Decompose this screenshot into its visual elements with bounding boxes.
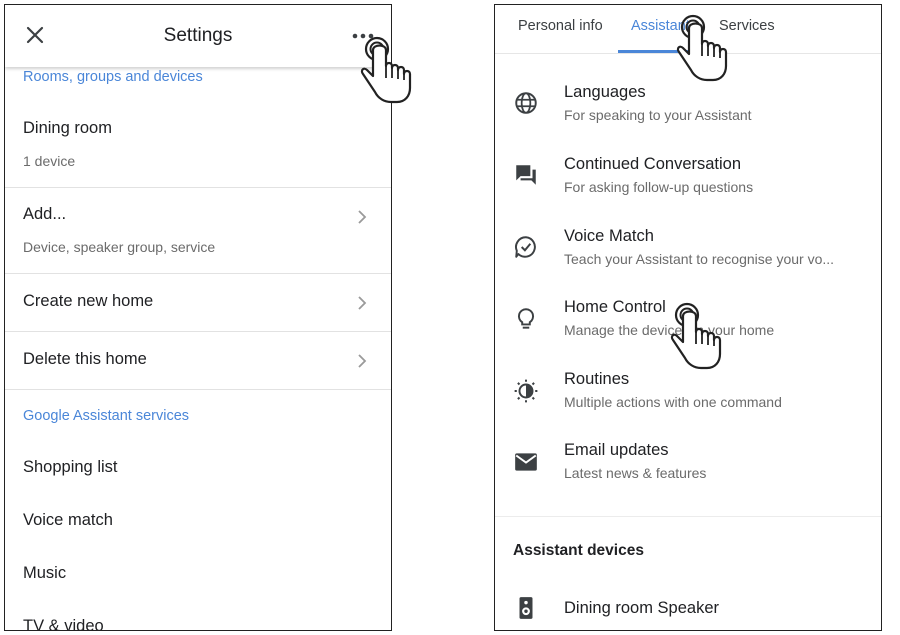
settings-header: Settings	[5, 5, 391, 67]
dining-room-device-count: 1 device	[23, 153, 76, 169]
tv-video-item[interactable]: TV & video	[23, 617, 104, 630]
routines-title: Routines	[564, 370, 630, 388]
speaker-icon	[519, 597, 533, 619]
home-control-title: Home Control	[564, 298, 666, 316]
assistant-devices-section-label: Assistant devices	[513, 542, 644, 559]
voice-match-title: Voice Match	[564, 227, 654, 245]
continued-conversation-title: Continued Conversation	[564, 155, 742, 173]
divider	[5, 389, 391, 390]
music-item[interactable]: Music	[23, 564, 66, 583]
shopping-list-item[interactable]: Shopping list	[23, 458, 117, 477]
languages-subtitle: For speaking to your Assistant	[564, 107, 752, 123]
email-updates-title: Email updates	[564, 441, 669, 459]
left-settings-screen: Settings Rooms, groups and devices Dinin…	[4, 4, 392, 631]
rooms-section-label: Rooms, groups and devices	[23, 69, 203, 85]
email-icon	[515, 453, 537, 471]
assistant-services-section-label: Google Assistant services	[23, 408, 190, 424]
dining-room-speaker-title: Dining room Speaker	[564, 599, 719, 617]
tap-hand-icon	[670, 302, 722, 370]
create-new-home-label: Create new home	[23, 292, 154, 310]
divider	[5, 187, 391, 188]
lightbulb-icon	[518, 308, 534, 329]
add-subtitle: Device, speaker group, service	[23, 239, 216, 255]
chat-icon	[516, 165, 536, 185]
divider	[5, 331, 391, 332]
tap-hand-icon	[676, 14, 728, 82]
routines-subtitle: Multiple actions with one command	[564, 394, 782, 410]
tap-hand-icon	[360, 36, 412, 104]
tab-personal-info[interactable]: Personal info	[518, 18, 603, 34]
page-title: Settings	[163, 25, 233, 46]
voice-match-item[interactable]: Voice match	[23, 511, 113, 530]
globe-icon	[515, 92, 537, 114]
dining-room-title: Dining room	[23, 119, 112, 137]
languages-title: Languages	[564, 83, 646, 101]
routines-icon	[514, 379, 538, 403]
voice-match-subtitle: Teach your Assistant to recognise your v…	[564, 251, 835, 267]
voice-match-icon	[515, 236, 536, 258]
delete-home-label: Delete this home	[23, 350, 147, 368]
add-title: Add...	[23, 205, 67, 223]
chevron-right-icon	[358, 354, 367, 368]
divider	[5, 273, 391, 274]
continued-conversation-subtitle: For asking follow-up questions	[564, 179, 754, 195]
chevron-right-icon	[358, 296, 367, 310]
divider	[495, 516, 881, 517]
email-updates-subtitle: Latest news & features	[564, 465, 707, 481]
chevron-right-icon	[358, 210, 367, 224]
